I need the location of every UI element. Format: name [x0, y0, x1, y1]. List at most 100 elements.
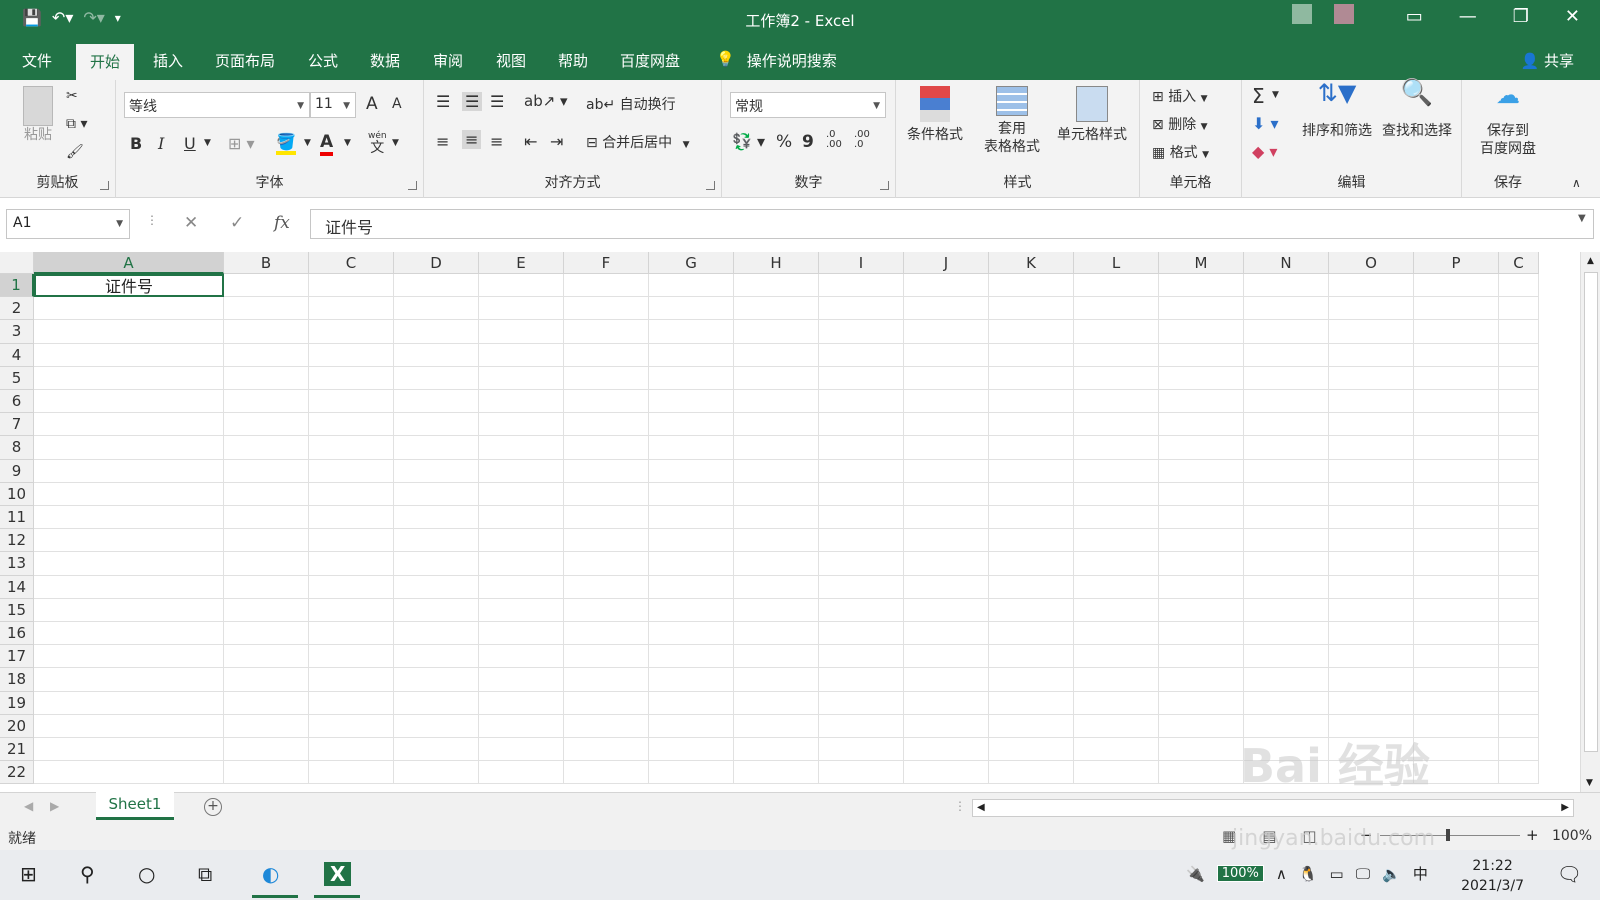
cell-h13[interactable]: [734, 552, 819, 576]
cell-n8[interactable]: [1244, 436, 1329, 460]
phonetic-guide-button[interactable]: wén 文: [368, 130, 387, 155]
notification-icon[interactable]: 🗨: [1557, 862, 1582, 886]
cell-h9[interactable]: [734, 459, 819, 483]
cell-p7[interactable]: [1414, 413, 1499, 437]
cell-k14[interactable]: [989, 575, 1074, 599]
cell-i7[interactable]: [819, 413, 904, 437]
cell-c21[interactable]: [309, 738, 394, 762]
cell-l5[interactable]: [1074, 366, 1159, 390]
cell-h2[interactable]: [734, 297, 819, 321]
cell-a3[interactable]: [34, 320, 224, 344]
cell-h11[interactable]: [734, 506, 819, 530]
search-icon[interactable]: ⚲: [80, 862, 95, 886]
tab-baidu-netdisk[interactable]: 百度网盘: [620, 50, 680, 71]
cell-a1[interactable]: 证件号: [34, 274, 224, 298]
cell-e16[interactable]: [479, 622, 564, 646]
insert-cells-button[interactable]: ⊞ 插入 ▼: [1152, 86, 1208, 106]
increase-decimal-button[interactable]: .0 .00: [826, 130, 842, 150]
cell-n11[interactable]: [1244, 506, 1329, 530]
tab-page-layout[interactable]: 页面布局: [215, 50, 275, 71]
underline-button[interactable]: U: [184, 134, 196, 153]
cell-j18[interactable]: [904, 668, 989, 692]
cell-m18[interactable]: [1159, 668, 1244, 692]
cell-e11[interactable]: [479, 506, 564, 530]
cell-o7[interactable]: [1329, 413, 1414, 437]
row-header-21[interactable]: 21: [0, 738, 34, 762]
clipboard-launcher-icon[interactable]: [100, 181, 109, 190]
cell-g7[interactable]: [649, 413, 734, 437]
cell-e21[interactable]: [479, 738, 564, 762]
cell-m21[interactable]: [1159, 738, 1244, 762]
horizontal-scrollbar[interactable]: ◀ ▶: [972, 799, 1574, 817]
cell-m17[interactable]: [1159, 645, 1244, 669]
row-header-15[interactable]: 15: [0, 598, 34, 623]
cell-p17[interactable]: [1414, 645, 1499, 669]
cell-i15[interactable]: [819, 598, 904, 622]
cell-c4[interactable]: [309, 343, 394, 367]
cell-c19[interactable]: [309, 691, 394, 715]
cell-b3[interactable]: [224, 320, 309, 344]
cell-a4[interactable]: [34, 343, 224, 367]
row-header-9[interactable]: 9: [0, 459, 34, 483]
cell-e12[interactable]: [479, 529, 564, 553]
cell-g17[interactable]: [649, 645, 734, 669]
row-header-1[interactable]: 1: [0, 274, 34, 298]
cell-c17[interactable]: [309, 645, 394, 669]
tab-review[interactable]: 审阅: [433, 50, 463, 71]
cell-b21[interactable]: [224, 738, 309, 762]
column-header-a[interactable]: A: [34, 252, 224, 274]
column-header-b[interactable]: B: [224, 252, 309, 274]
cell-c5[interactable]: [1499, 366, 1539, 390]
cell-a8[interactable]: [34, 436, 224, 460]
cell-j6[interactable]: [904, 390, 989, 414]
cell-f11[interactable]: [564, 506, 649, 530]
cell-g6[interactable]: [649, 390, 734, 414]
cell-h17[interactable]: [734, 645, 819, 669]
cell-d4[interactable]: [394, 343, 479, 367]
cell-g19[interactable]: [649, 691, 734, 715]
cell-l2[interactable]: [1074, 297, 1159, 321]
cell-l15[interactable]: [1074, 598, 1159, 622]
cell-k3[interactable]: [989, 320, 1074, 344]
cell-e6[interactable]: [479, 390, 564, 414]
ime-indicator[interactable]: 中: [1413, 863, 1428, 884]
cell-k17[interactable]: [989, 645, 1074, 669]
cell-o17[interactable]: [1329, 645, 1414, 669]
cell-l20[interactable]: [1074, 714, 1159, 738]
cell-c12[interactable]: [309, 529, 394, 553]
cell-i17[interactable]: [819, 645, 904, 669]
cell-m4[interactable]: [1159, 343, 1244, 367]
cell-c15[interactable]: [309, 598, 394, 622]
cell-a16[interactable]: [34, 622, 224, 646]
column-header-c[interactable]: C: [309, 252, 394, 274]
column-header-n[interactable]: N: [1244, 252, 1329, 274]
cell-c8[interactable]: [1499, 436, 1539, 460]
cell-i22[interactable]: [819, 761, 904, 785]
tab-home[interactable]: 开始: [76, 44, 135, 80]
cell-e14[interactable]: [479, 575, 564, 599]
expand-formula-icon[interactable]: ▼: [1578, 213, 1586, 224]
decrease-indent-icon[interactable]: ⇤: [524, 132, 537, 151]
vertical-scrollbar[interactable]: ▲ ▼: [1580, 252, 1600, 792]
task-view-icon[interactable]: ⧉: [198, 862, 212, 886]
scroll-up-icon[interactable]: ▲: [1581, 256, 1600, 266]
cell-d7[interactable]: [394, 413, 479, 437]
cell-n14[interactable]: [1244, 575, 1329, 599]
cell-b9[interactable]: [224, 459, 309, 483]
cell-h21[interactable]: [734, 738, 819, 762]
cell-g14[interactable]: [649, 575, 734, 599]
align-bottom-icon[interactable]: ☰: [490, 92, 504, 111]
network-icon[interactable]: 🖵: [1356, 865, 1370, 883]
cell-i5[interactable]: [819, 366, 904, 390]
cell-c16[interactable]: [309, 622, 394, 646]
autosum-dropdown-icon[interactable]: ▼: [1272, 90, 1279, 100]
cut-icon[interactable]: ✂: [66, 88, 78, 104]
cell-m6[interactable]: [1159, 390, 1244, 414]
cell-d9[interactable]: [394, 459, 479, 483]
cell-k10[interactable]: [989, 482, 1074, 506]
cell-m8[interactable]: [1159, 436, 1244, 460]
cell-e2[interactable]: [479, 297, 564, 321]
cell-f7[interactable]: [564, 413, 649, 437]
cell-b15[interactable]: [224, 598, 309, 622]
qq-icon[interactable]: 🐧: [1299, 865, 1318, 883]
